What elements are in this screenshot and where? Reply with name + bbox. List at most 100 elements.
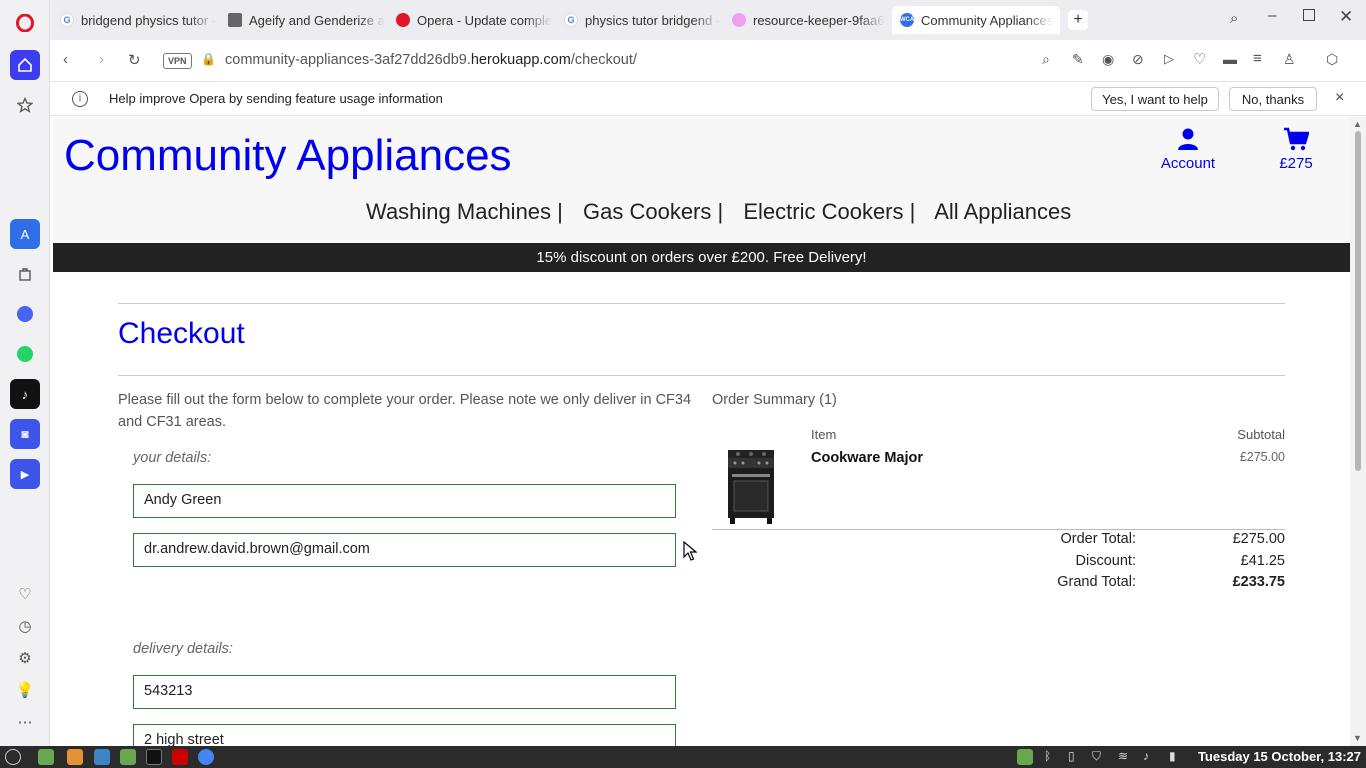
minimize-icon[interactable]: – <box>1268 7 1276 24</box>
tiktok-icon[interactable]: ♪ <box>10 379 40 409</box>
grand-total-value: £233.75 <box>1232 574 1285 590</box>
player-icon[interactable]: ▶ <box>10 459 40 489</box>
edit-icon[interactable]: ✎ <box>1072 51 1084 68</box>
nav-washing-machines[interactable]: Washing Machines | <box>366 199 563 224</box>
order-total-value: £275.00 <box>1232 531 1285 547</box>
info-icon: i <box>72 91 88 107</box>
forward-arrow-icon[interactable]: › <box>99 51 104 68</box>
battery-saver-icon[interactable]: ▬ <box>1223 51 1237 67</box>
heart-icon[interactable]: ♡ <box>10 579 40 609</box>
opera-icon <box>396 13 410 27</box>
order-item-subtotal: £275.00 <box>1239 450 1285 464</box>
google-icon: G <box>564 13 578 27</box>
tab-resource-keeper[interactable]: resource-keeper-9faa6 <box>724 6 892 34</box>
easy-setup-icon[interactable]: ≡ <box>1253 50 1262 67</box>
order-item-name: Cookware Major <box>811 450 923 466</box>
volume-icon[interactable]: ♪ <box>1143 749 1159 765</box>
opera-taskbar-icon[interactable] <box>172 749 188 765</box>
discount-label: Discount: <box>1075 553 1136 569</box>
vscode-icon[interactable] <box>94 749 110 765</box>
music-player-icon[interactable]: ◙ <box>10 419 40 449</box>
tab-physics-tutor[interactable]: G physics tutor bridgend - <box>556 6 724 34</box>
chrome-icon[interactable] <box>198 749 214 765</box>
no-thanks-button[interactable]: No, thanks <box>1229 87 1317 111</box>
whatsapp-icon[interactable] <box>10 339 40 369</box>
adblock-icon[interactable]: ⊘ <box>1132 51 1144 68</box>
full-name-field[interactable]: Andy Green <box>133 484 676 518</box>
settings-gear-icon[interactable]: ⚙ <box>10 643 40 673</box>
account-link[interactable]: Account <box>1158 127 1218 172</box>
messenger-icon[interactable] <box>10 299 40 329</box>
tab-community-appliances[interactable]: WCA Community Appliances <box>892 6 1060 34</box>
nav-electric-cookers[interactable]: Electric Cookers | <box>743 199 915 224</box>
tips-bulb-icon[interactable]: 💡 <box>10 675 40 705</box>
nav-all-appliances[interactable]: All Appliances <box>934 199 1071 224</box>
files-icon[interactable] <box>120 749 136 765</box>
show-desktop-icon[interactable] <box>38 749 54 765</box>
site-brand-link[interactable]: Community Appliances <box>64 131 512 181</box>
play-icon[interactable]: ▷ <box>1164 51 1174 67</box>
back-arrow-icon[interactable]: ‹ <box>63 51 68 68</box>
delivery-details-legend: delivery details: <box>133 641 233 657</box>
close-window-icon[interactable]: ✕ <box>1339 7 1353 27</box>
tray-folder-icon[interactable] <box>1017 749 1033 765</box>
restore-icon[interactable] <box>1303 9 1315 21</box>
lock-icon[interactable]: 🔒 <box>201 52 216 66</box>
opera-logo-icon[interactable] <box>10 8 40 38</box>
aria-app-icon[interactable]: A <box>10 219 40 249</box>
summary-divider <box>712 529 1285 530</box>
scrollbar-thumb[interactable] <box>1355 131 1361 471</box>
phone-number-field[interactable]: 543213 <box>133 675 676 709</box>
divider-top <box>118 303 1285 304</box>
tab-bar: G bridgend physics tutor - Ageify and Ge… <box>50 0 1366 40</box>
shopping-bag-link[interactable]: £275 <box>1273 127 1319 172</box>
terminal-icon[interactable] <box>146 749 162 765</box>
tab-bridgend-physics[interactable]: G bridgend physics tutor - <box>52 6 220 34</box>
new-tab-plus-icon[interactable]: + <box>1068 10 1088 30</box>
infobar-close-icon[interactable]: × <box>1335 89 1344 107</box>
page-viewport: Community Appliances Account £275 Washin… <box>53 117 1350 746</box>
history-clock-icon[interactable]: ◷ <box>10 611 40 641</box>
yes-help-button[interactable]: Yes, I want to help <box>1091 87 1219 111</box>
extensions-cube-icon[interactable]: ⬡ <box>1326 51 1338 68</box>
street-address-field[interactable]: 2 high street <box>133 724 676 746</box>
vpn-badge[interactable]: VPN <box>163 53 192 69</box>
tab-opera-update[interactable]: Opera - Update comple <box>388 6 556 34</box>
opera-infobar: i Help improve Opera by sending feature … <box>50 82 1366 116</box>
column-item-header: Item <box>811 427 837 442</box>
infobar-message: Help improve Opera by sending feature us… <box>109 91 443 106</box>
reload-icon[interactable]: ↻ <box>128 51 141 69</box>
url-field[interactable]: community-appliances-3af27dd26db9.heroku… <box>225 52 637 68</box>
home-icon[interactable] <box>10 50 40 80</box>
taskbar-clock[interactable]: Tuesday 15 October, 13:27 <box>1198 749 1361 764</box>
your-details-legend: your details: <box>133 450 212 466</box>
nav-gas-cookers[interactable]: Gas Cookers | <box>583 199 723 224</box>
more-dots-icon[interactable]: ⋯ <box>10 707 40 737</box>
document-icon <box>228 13 242 27</box>
battery-icon[interactable]: ▮ <box>1169 749 1185 765</box>
shopping-bag-icon[interactable] <box>10 259 40 289</box>
checkout-intro: Please fill out the form below to comple… <box>118 392 692 430</box>
column-subtotal-header: Subtotal <box>1237 427 1285 442</box>
find-in-page-icon[interactable]: ⌕ <box>1042 51 1050 68</box>
wifi-icon[interactable]: ≋ <box>1118 749 1134 765</box>
clipboard-icon[interactable]: ▯ <box>1068 749 1084 765</box>
page-scrollbar[interactable]: ▲ ▼ <box>1350 117 1366 746</box>
scroll-down-icon[interactable]: ▼ <box>1353 733 1362 743</box>
camera-icon[interactable]: ◉ <box>1102 51 1114 68</box>
shield-icon[interactable]: ⛉ <box>1092 749 1108 765</box>
scroll-up-icon[interactable]: ▲ <box>1353 119 1362 129</box>
bookmarks-star-icon[interactable] <box>10 90 40 120</box>
delivery-banner: 15% discount on orders over £200. Free D… <box>53 243 1350 272</box>
profile-icon[interactable]: ♙ <box>1283 51 1296 68</box>
bluetooth-icon[interactable]: ᛒ <box>1044 749 1060 765</box>
tab-ageify[interactable]: Ageify and Genderize a <box>220 6 388 34</box>
divider-bottom <box>118 375 1285 376</box>
community-appliances-favicon: WCA <box>900 13 914 27</box>
favorites-heart-icon[interactable]: ♡ <box>1193 50 1206 68</box>
firefox-icon[interactable] <box>67 749 83 765</box>
system-menu-icon[interactable] <box>5 749 21 765</box>
tab-search-icon[interactable]: ⌕ <box>1230 10 1238 27</box>
bag-total: £275 <box>1279 155 1313 172</box>
email-field[interactable]: dr.andrew.david.brown@gmail.com <box>133 533 676 567</box>
